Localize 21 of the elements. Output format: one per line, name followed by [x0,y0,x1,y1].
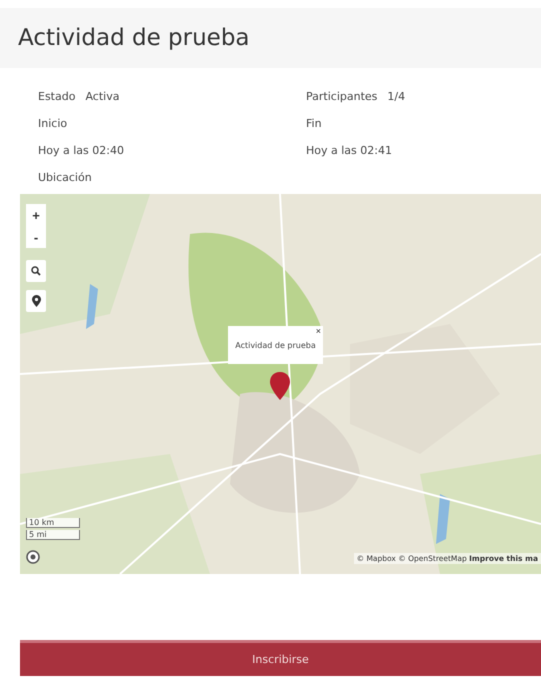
field-label: Fin [306,117,323,130]
logo-icon [26,550,40,564]
popup-text: Actividad de prueba [235,340,316,350]
field-value: Activa [85,90,120,103]
field-value: Hoy a las 02:41 [306,144,393,157]
search-button[interactable] [26,260,46,282]
section-label: Ubicación [37,170,93,186]
close-button[interactable]: × [316,327,321,336]
search-icon [31,266,41,276]
field-label: Participantes [306,90,378,103]
signup-button[interactable]: Inscribirse [20,640,541,676]
pin-icon [32,295,40,307]
field-value: Hoy a las 02:40 [38,144,125,157]
page-title: Actividad de prueba [18,25,250,51]
field-label: Inicio [38,117,68,130]
scale-bar: 10 km [26,518,80,528]
location-button[interactable] [26,290,46,312]
scale-bar: 5 mi [26,530,80,540]
field-label: Estado [38,90,76,103]
marker-icon[interactable] [270,372,290,400]
field-value: 1/4 [387,90,406,103]
